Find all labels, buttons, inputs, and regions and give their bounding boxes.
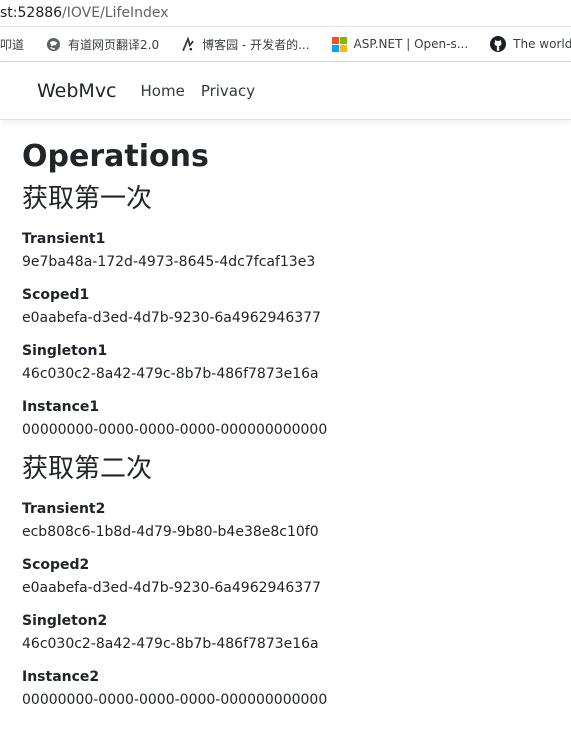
scoped1-label: Scoped1 [22, 287, 90, 303]
url-path: /IOVE/LifeIndex [62, 5, 169, 21]
bookmarks-bar: 叩道 有道网页翻译2.0 博客园 - 开发者的... ASP.NET | Ope… [0, 27, 571, 62]
main-content: Operations 获取第一次 Transient1 9e7ba48a-172… [22, 135, 562, 713]
singleton2-value: 46c030c2-8a42-479c-8b7b-486f7873e16a [22, 636, 319, 652]
bookmark-item-youdao[interactable]: 叩道 [0, 36, 24, 53]
bookmark-item-github[interactable]: The world's le [490, 36, 571, 52]
navbar-brand[interactable]: WebMvc [37, 80, 117, 102]
bookmark-item-translate[interactable]: 有道网页翻译2.0 [46, 36, 159, 53]
bookmark-label: ASP.NET | Open-s... [353, 37, 469, 51]
bookmark-label: 博客园 - 开发者的... [202, 37, 310, 52]
url-host: st:52886 [0, 5, 63, 21]
bookmark-item-cnblogs[interactable]: 博客园 - 开发者的... [181, 36, 310, 53]
cnblogs-icon [182, 36, 194, 51]
globe-icon [46, 37, 61, 51]
nav-link-home[interactable]: Home [141, 82, 185, 100]
transient2-value: ecb808c6-1b8d-4d79-9b80-b4e38e8c10f0 [22, 524, 319, 540]
instance2-label: Instance2 [22, 669, 100, 685]
address-bar[interactable]: st:52886/IOVE/LifeIndex [0, 0, 571, 27]
bookmark-label: 有道网页翻译2.0 [68, 37, 160, 52]
bookmark-item-aspnet[interactable]: ASP.NET | Open-s... [331, 36, 469, 52]
operations-list-first: Transient1 9e7ba48a-172d-4973-8645-4dc7f… [22, 229, 562, 443]
scoped2-label: Scoped2 [22, 557, 90, 573]
section-heading-first: 获取第一次 [22, 184, 153, 214]
microsoft-icon [331, 36, 347, 52]
instance1-value: 00000000-0000-0000-0000-000000000000 [22, 422, 328, 438]
operations-list-second: Transient2 ecb808c6-1b8d-4d79-9b80-b4e38… [22, 499, 562, 713]
transient1-value: 9e7ba48a-172d-4973-8645-4dc7fcaf13e3 [22, 254, 316, 270]
bookmark-label: 叩道 [0, 37, 25, 52]
instance2-value: 00000000-0000-0000-0000-000000000000 [22, 692, 328, 708]
transient1-label: Transient1 [22, 231, 106, 247]
scoped2-value: e0aabefa-d3ed-4d7b-9230-6a4962946377 [22, 580, 321, 596]
bookmark-label: The world's le [513, 37, 571, 51]
instance1-label: Instance1 [22, 399, 100, 415]
transient2-label: Transient2 [22, 501, 106, 517]
singleton1-value: 46c030c2-8a42-479c-8b7b-486f7873e16a [22, 366, 319, 382]
scoped1-value: e0aabefa-d3ed-4d7b-9230-6a4962946377 [22, 310, 321, 326]
site-navbar: WebMvc Home Privacy [0, 62, 571, 120]
section-heading-second: 获取第二次 [22, 454, 153, 484]
singleton1-label: Singleton1 [22, 343, 108, 359]
page-title: Operations [22, 139, 209, 174]
github-icon [490, 36, 507, 52]
singleton2-label: Singleton2 [22, 613, 108, 629]
nav-link-privacy[interactable]: Privacy [201, 82, 255, 100]
